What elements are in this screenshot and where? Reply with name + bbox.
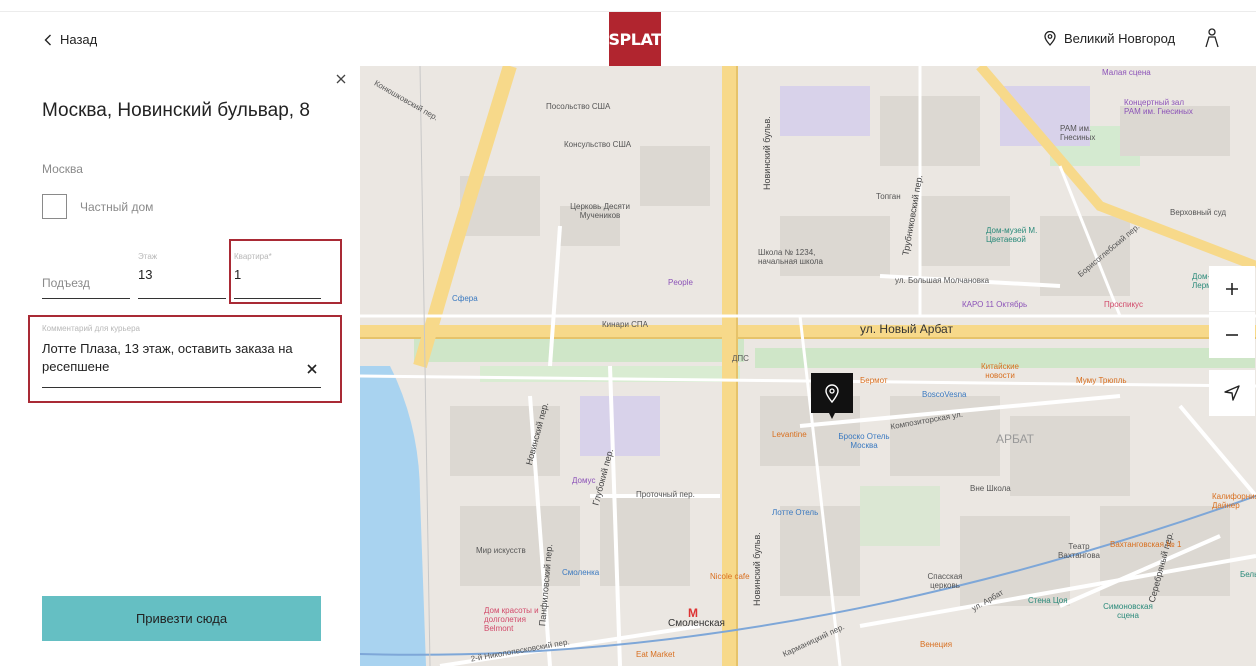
entrance-placeholder: Подъезд: [42, 276, 90, 290]
map-background: [360, 66, 1256, 666]
place-school: Школа № 1234, начальная школа: [758, 248, 823, 266]
private-house-label: Частный дом: [80, 200, 154, 214]
place-vakhtangov: Театр Вахтангова: [1058, 542, 1100, 560]
floor-value: 13: [138, 267, 153, 282]
floor-label: Этаж: [138, 252, 158, 261]
place-ram: РАМ им. Гнесиных: [1060, 124, 1096, 142]
place-kaliforniya: Калифорния Дайнер: [1212, 492, 1256, 510]
chevron-left-icon: [44, 34, 51, 45]
place-museum-tsvetaeva: Дом-музей М. Цветаевой: [986, 226, 1038, 244]
zoom-out-button[interactable]: [1209, 312, 1255, 358]
place-mumu: Муму Трюпль: [1076, 376, 1127, 385]
place-simonovskaya: Симоновская сцена: [1103, 602, 1153, 620]
map[interactable]: ул. Новый Арбат Новинский бульв. Новинск…: [360, 66, 1256, 666]
street-novy-arbat: ул. Новый Арбат: [860, 322, 953, 336]
address-panel: Москва, Новинский бульвар, 8 Москва Част…: [0, 66, 360, 666]
apartment-highlight: [229, 239, 342, 304]
place-mir-iskusstv: Мир искусств: [476, 546, 526, 555]
place-stena-tsoya: Стена Цоя: [1028, 596, 1068, 605]
place-levantine: Levantine: [772, 430, 807, 439]
place-consulate: Консульство США: [564, 140, 632, 149]
place-malaya-scena: Малая сцена: [1102, 68, 1151, 77]
place-spasskaya: Спасская церковь: [927, 572, 963, 590]
place-sfera: Сфера: [452, 294, 478, 303]
city-selector[interactable]: Великий Новгород: [1044, 31, 1175, 46]
place-eat-market: Eat Market: [636, 650, 675, 659]
splat-logo[interactable]: SPLAT: [609, 12, 662, 66]
place-vne-shkoly: Вне Школа: [970, 484, 1011, 493]
place-people: People: [668, 278, 693, 287]
user-icon[interactable]: [1204, 28, 1220, 48]
place-embassy: Посольство США: [546, 102, 611, 111]
location-pin-icon: [1044, 31, 1056, 46]
place-propanikus: Проспикус: [1104, 300, 1143, 309]
top-strip: [0, 0, 1256, 12]
place-arbat: АРБАТ: [996, 432, 1035, 446]
place-vakhtangov-1: Вахтанговская № 1: [1110, 540, 1182, 549]
place-church: Церковь Десяти Мучеников: [570, 202, 630, 220]
place-karo: КАРО 11 Октябрь: [962, 300, 1028, 309]
place-bosco-hotel: Броско Отель Москва: [838, 432, 890, 450]
comment-highlight: [28, 315, 342, 403]
place-venecia: Венеция: [920, 640, 953, 649]
my-location-button[interactable]: [1209, 370, 1255, 416]
place-kitaiskie: Китайские новости: [980, 362, 1020, 380]
floor-field[interactable]: Этаж 13: [138, 252, 226, 299]
street-molchanovka: ул. Большая Молчановка: [895, 276, 990, 285]
map-pin-icon[interactable]: [811, 373, 853, 419]
place-koncert: Концертный зал РАМ им. Гнесиных: [1124, 98, 1193, 116]
street-protochny: Проточный пер.: [636, 490, 695, 499]
place-bely: Белый: [1240, 570, 1256, 579]
back-button[interactable]: Назад: [44, 32, 97, 47]
place-kinari: Кинари СПА: [602, 320, 648, 329]
plus-icon: [1226, 282, 1238, 295]
deliver-here-button[interactable]: Привезти сюда: [42, 596, 321, 641]
place-nicole: Nicole cafe: [710, 572, 750, 581]
street-novinsky-top: Новинский бульв.: [762, 116, 772, 190]
metro-icon: М: [688, 606, 698, 620]
place-domius: Домус: [572, 476, 596, 485]
header: Назад SPLAT Великий Новгород: [0, 12, 1256, 66]
address-title: Москва, Новинский бульвар, 8: [42, 100, 310, 121]
private-house-checkbox[interactable]: [42, 194, 67, 219]
entrance-field[interactable]: Подъезд: [42, 254, 130, 299]
city-label: Великий Новгород: [1064, 31, 1176, 46]
place-lotte-hotel: Лотте Отель: [772, 508, 819, 517]
zoom-in-button[interactable]: [1209, 266, 1255, 312]
place-boscovesna: BoscoVesna: [922, 390, 967, 399]
navigation-arrow-icon: [1224, 385, 1240, 401]
place-bermot: Бермот: [860, 376, 888, 385]
place-topgan: Топган: [876, 192, 901, 201]
place-smolenka: Смоленка: [562, 568, 600, 577]
place-dom-krasoty: Дом красоты и долголетия Belmont: [484, 606, 539, 633]
place-verkhovny-sud: Верховный суд: [1170, 208, 1227, 217]
back-label: Назад: [60, 32, 98, 47]
minus-icon: [1226, 334, 1238, 336]
place-dps: ДПС: [732, 354, 749, 363]
address-city: Москва: [42, 162, 83, 176]
street-novinsky-bottom: Новинский бульв.: [752, 532, 762, 606]
close-icon[interactable]: [334, 72, 348, 86]
